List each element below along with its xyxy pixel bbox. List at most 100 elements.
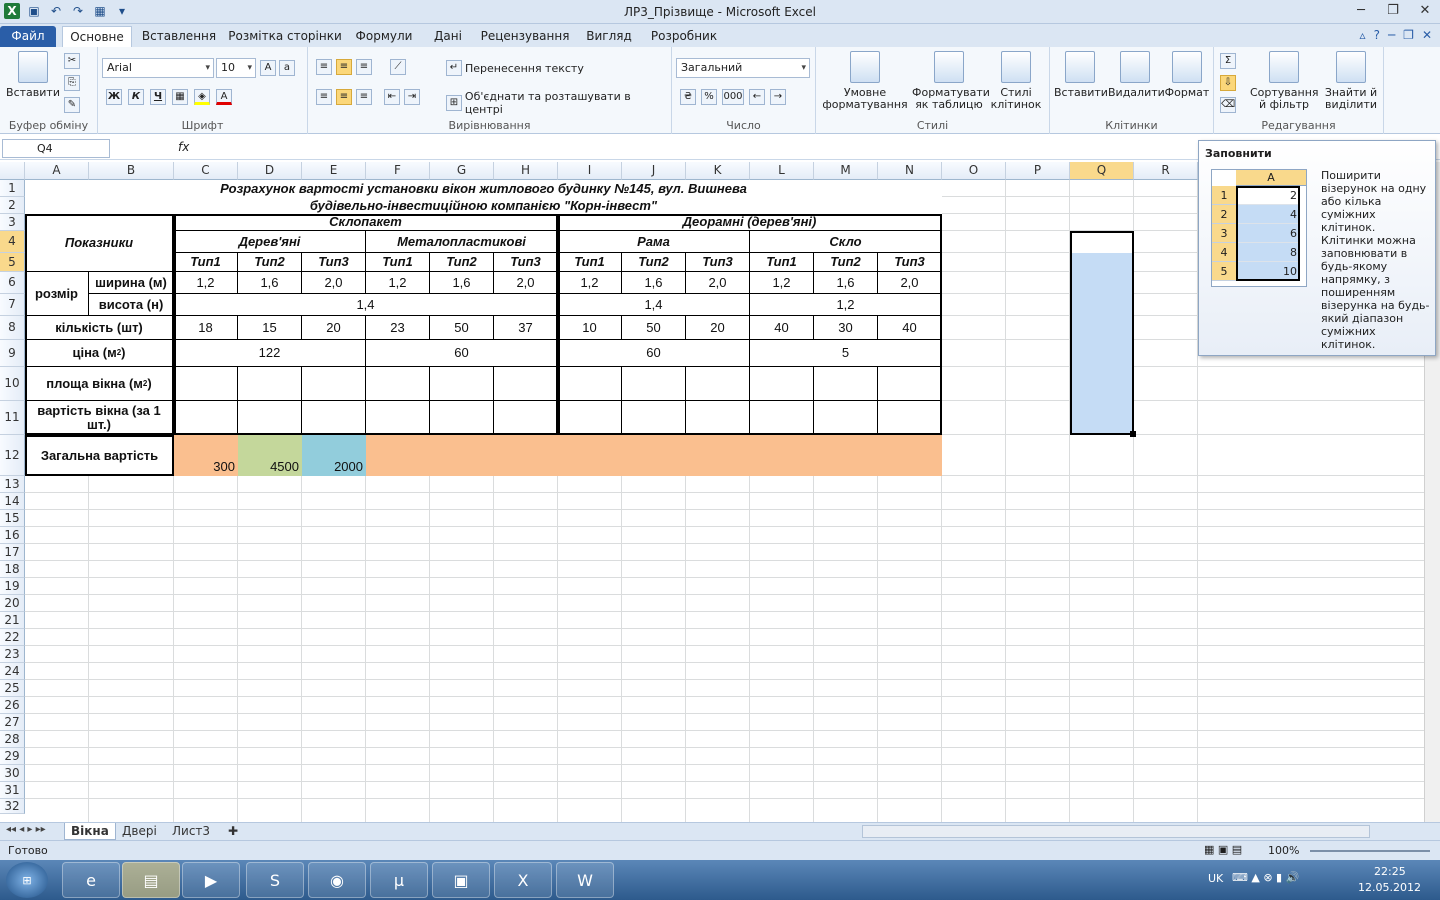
row-header-9[interactable]: 9 <box>0 340 25 367</box>
tab-file[interactable]: Файл <box>0 26 56 48</box>
merge-center-button[interactable]: Об'єднати та розташувати в центрі <box>465 90 671 116</box>
align-center-icon[interactable]: ≡ <box>336 89 352 105</box>
row-header-32[interactable]: 32 <box>0 799 25 814</box>
sheet-tab-windows[interactable]: Вікна <box>64 823 116 840</box>
row-header-23[interactable]: 23 <box>0 646 25 663</box>
row-header-3[interactable]: 3 <box>0 214 25 231</box>
number-format-select[interactable]: Загальний <box>676 58 810 78</box>
conditional-format-button[interactable]: Умовне форматування <box>820 51 910 111</box>
sort-filter-button[interactable]: Сортування й фільтр <box>1250 51 1319 111</box>
row-header-21[interactable]: 21 <box>0 612 25 629</box>
name-box[interactable]: Q4 <box>2 139 110 158</box>
zoom-slider[interactable] <box>1310 850 1430 852</box>
insert-cells-button[interactable]: Вставити <box>1054 51 1108 99</box>
copy-icon[interactable]: ⎘ <box>64 75 80 91</box>
formula-input[interactable] <box>196 139 1196 158</box>
column-header-d[interactable]: D <box>238 162 302 180</box>
underline-button[interactable]: Ч <box>150 89 166 105</box>
skype-icon[interactable]: S <box>246 862 304 898</box>
cell-styles-button[interactable]: Стилі клітинок <box>988 51 1044 111</box>
row-header-25[interactable]: 25 <box>0 680 25 697</box>
zoom-level[interactable]: 100% <box>1268 844 1299 857</box>
save-app-icon[interactable]: ▣ <box>432 862 490 898</box>
doc-restore-icon[interactable]: ❐ <box>1403 28 1414 42</box>
wrap-text-icon[interactable]: ↵ <box>446 60 462 76</box>
sheet-nav-icon[interactable]: ◂◂ ◂ ▸ ▸▸ <box>6 824 46 835</box>
word-taskbar-icon[interactable]: W <box>556 862 614 898</box>
restore-icon[interactable]: ❐ <box>1384 2 1402 20</box>
increase-decimal-icon[interactable]: ← <box>749 89 765 105</box>
horizontal-scrollbar[interactable] <box>862 825 1370 838</box>
column-header-o[interactable]: O <box>942 162 1006 180</box>
view-normal-icon[interactable]: ▦ ▣ ▤ <box>1204 843 1242 856</box>
sheet-tab-doors[interactable]: Двері <box>116 823 163 840</box>
explorer-icon[interactable]: ▤ <box>122 862 180 898</box>
row-header-30[interactable]: 30 <box>0 765 25 782</box>
row-header-20[interactable]: 20 <box>0 595 25 612</box>
row-header-2[interactable]: 2 <box>0 197 25 214</box>
column-header-a[interactable]: A <box>25 162 89 180</box>
minimize-icon[interactable]: ─ <box>1352 2 1370 20</box>
row-header-28[interactable]: 28 <box>0 731 25 748</box>
thousands-button[interactable]: 000 <box>722 89 744 105</box>
delete-cells-button[interactable]: Видалити <box>1108 51 1165 99</box>
tray-icons[interactable]: ⌨ ▲ ⊗ ▮ 🔊 <box>1232 871 1299 884</box>
column-header-m[interactable]: M <box>814 162 878 180</box>
start-button[interactable]: ⊞ <box>6 862 48 898</box>
format-as-table-button[interactable]: Форматувати як таблицю <box>912 51 990 111</box>
align-middle-icon[interactable]: ≡ <box>336 59 352 75</box>
column-header-c[interactable]: C <box>174 162 238 180</box>
row-header-6[interactable]: 6 <box>0 272 25 294</box>
format-cells-button[interactable]: Формат <box>1164 51 1210 99</box>
fill-color-icon[interactable]: ◈ <box>194 89 210 105</box>
tab-page-layout[interactable]: Розмітка сторінки <box>228 26 342 48</box>
row-header-31[interactable]: 31 <box>0 782 25 799</box>
column-header-l[interactable]: L <box>750 162 814 180</box>
grow-font-icon[interactable]: A <box>260 60 276 76</box>
column-header-b[interactable]: B <box>89 162 174 180</box>
doc-close-icon[interactable]: ✕ <box>1422 28 1432 42</box>
language-indicator[interactable]: UK <box>1208 872 1223 885</box>
row-header-14[interactable]: 14 <box>0 493 25 510</box>
align-right-icon[interactable]: ≡ <box>356 89 372 105</box>
tab-data[interactable]: Дані <box>426 26 470 48</box>
row-header-4[interactable]: 4 <box>0 231 25 253</box>
row-header-19[interactable]: 19 <box>0 578 25 595</box>
tab-formulas[interactable]: Формули <box>352 26 416 48</box>
tab-home[interactable]: Основне <box>62 26 132 48</box>
column-header-q[interactable]: Q <box>1070 162 1134 180</box>
row-header-17[interactable]: 17 <box>0 544 25 561</box>
merge-icon[interactable]: ⊞ <box>446 95 462 111</box>
clear-icon[interactable]: ⌫ <box>1220 97 1236 113</box>
font-color-icon[interactable]: A <box>216 89 232 105</box>
column-header-j[interactable]: J <box>622 162 686 180</box>
align-left-icon[interactable]: ≡ <box>316 89 332 105</box>
chrome-icon[interactable]: ◉ <box>308 862 366 898</box>
decrease-decimal-icon[interactable]: → <box>770 89 786 105</box>
autosum-button[interactable]: Σ <box>1220 53 1236 69</box>
column-header-g[interactable]: G <box>430 162 494 180</box>
column-header-e[interactable]: E <box>302 162 366 180</box>
column-header-r[interactable]: R <box>1134 162 1198 180</box>
ie-icon[interactable]: e <box>62 862 120 898</box>
percent-button[interactable]: % <box>701 89 717 105</box>
row-header-12[interactable]: 12 <box>0 435 25 476</box>
format-painter-icon[interactable]: ✎ <box>64 97 80 113</box>
row-header-15[interactable]: 15 <box>0 510 25 527</box>
font-size-select[interactable]: 10 <box>216 58 256 78</box>
bold-button[interactable]: Ж <box>106 89 122 105</box>
tab-developer[interactable]: Розробник <box>646 26 722 48</box>
paste-button[interactable]: Вставити <box>4 51 62 99</box>
sheet-tab-sheet3[interactable]: Лист3 <box>166 823 216 840</box>
doc-minimize-icon[interactable]: ─ <box>1388 28 1395 42</box>
column-header-f[interactable]: F <box>366 162 430 180</box>
row-header-5[interactable]: 5 <box>0 253 25 272</box>
row-header-24[interactable]: 24 <box>0 663 25 680</box>
row-header-22[interactable]: 22 <box>0 629 25 646</box>
row-header-16[interactable]: 16 <box>0 527 25 544</box>
font-name-select[interactable]: Arial <box>102 58 214 78</box>
italic-button[interactable]: К <box>128 89 144 105</box>
close-icon[interactable]: ✕ <box>1416 2 1434 20</box>
utorrent-icon[interactable]: µ <box>370 862 428 898</box>
row-header-8[interactable]: 8 <box>0 316 25 340</box>
